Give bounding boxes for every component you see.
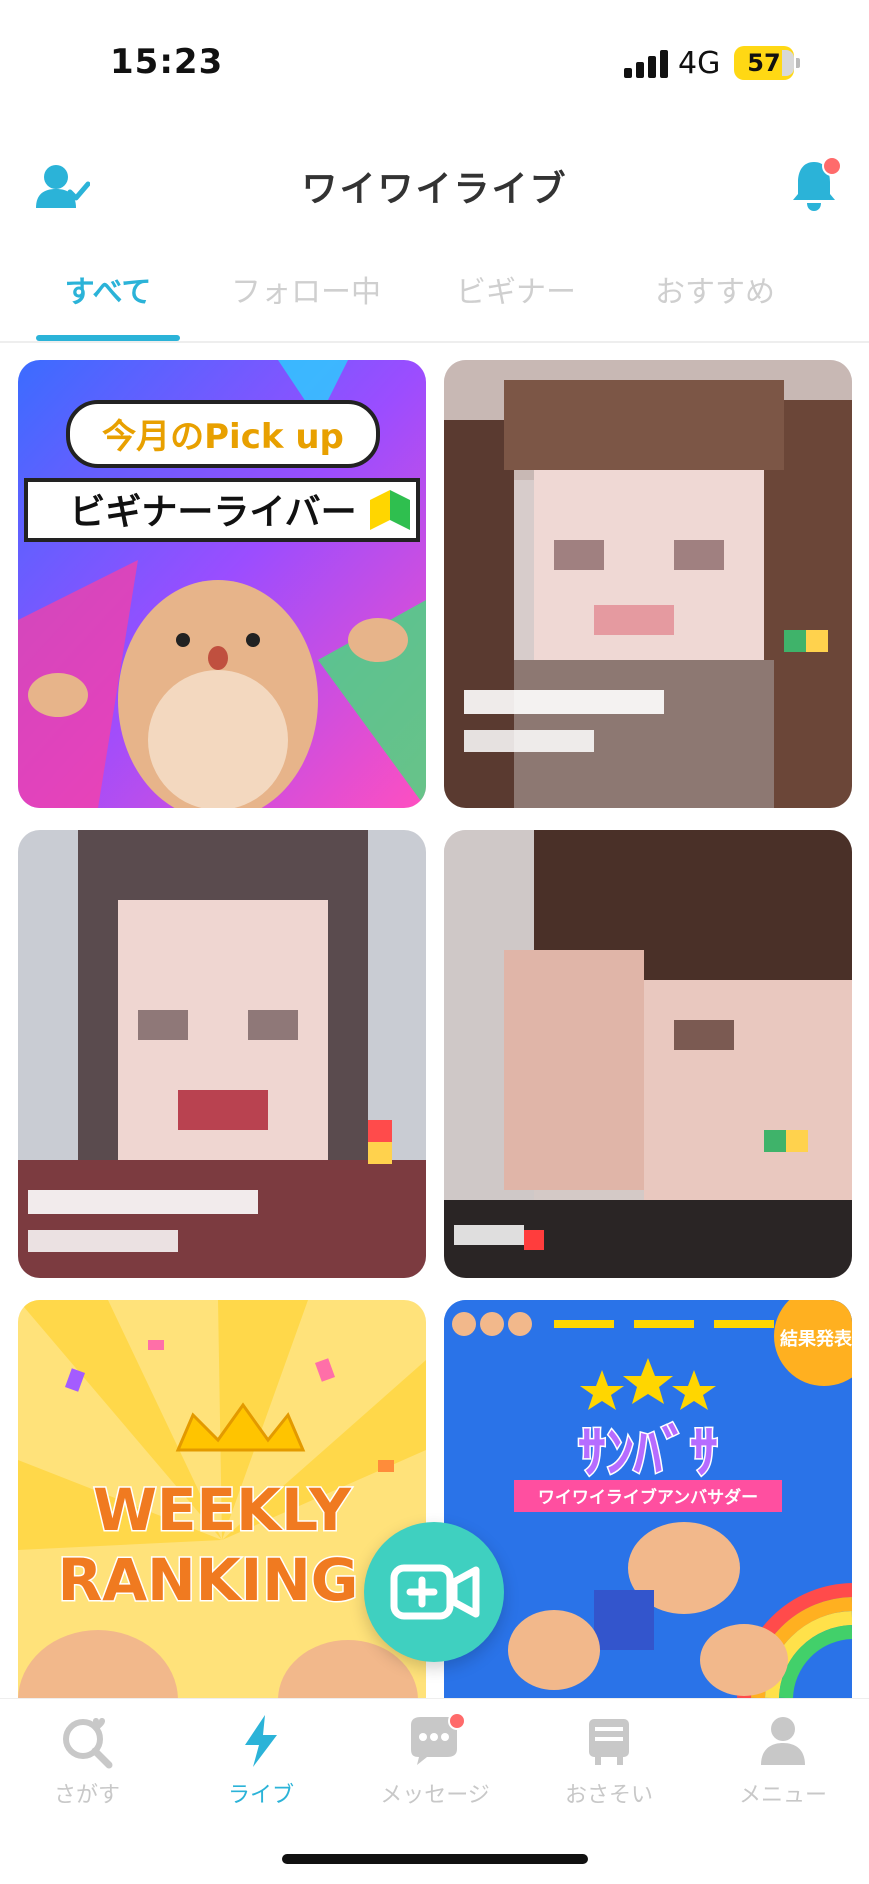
pickup-banner-card[interactable]: 今月のPick up ビギナーライバー: [18, 360, 426, 808]
search-heart-icon: [63, 1718, 113, 1769]
status-bar: 15:23 4G 57: [0, 0, 869, 130]
status-time: 15:23: [110, 42, 224, 82]
result-badge: 結果発表: [780, 1328, 852, 1350]
video-plus-icon: [390, 1564, 480, 1620]
stream-card-1[interactable]: [444, 360, 852, 808]
nav-label: ライブ: [227, 1783, 294, 1808]
chat-icon: [411, 1712, 466, 1765]
tab-bar: すべて フォロー中 ビギナー おすすめ: [0, 255, 869, 343]
tab-active-indicator: [36, 335, 180, 341]
stream-card-3[interactable]: [444, 830, 852, 1278]
pickup-line2: ビギナーライバー: [69, 492, 356, 533]
streamer-thumbnail: [644, 980, 852, 1210]
tab-beginner[interactable]: ビギナー: [438, 267, 594, 311]
nav-label: メニュー: [738, 1783, 827, 1808]
home-indicator[interactable]: [282, 1854, 588, 1864]
tab-recommended[interactable]: おすすめ: [640, 267, 790, 311]
signal-icon: [624, 48, 668, 78]
network-type: 4G: [678, 46, 721, 81]
battery-icon: [782, 50, 794, 76]
pickup-line1: 今月のPick up: [102, 417, 344, 457]
lightning-icon: [245, 1715, 277, 1767]
tab-following[interactable]: フォロー中: [218, 267, 394, 311]
tab-all[interactable]: すべて: [36, 267, 180, 311]
nav-label: メッセージ: [380, 1783, 490, 1808]
nav-menu[interactable]: メニュー: [696, 1711, 869, 1821]
ambassador-title: ｻﾝﾊﾞｻ: [578, 1421, 718, 1486]
invite-board-icon: [589, 1719, 629, 1765]
nav-label: おさそい: [564, 1783, 653, 1808]
ambassador-banner-card[interactable]: 結果発表 ｻﾝﾊﾞｻ ワイワイライブアンバサダー: [444, 1300, 852, 1698]
person-icon: [761, 1717, 805, 1765]
nav-live[interactable]: ライブ: [174, 1711, 348, 1821]
app-header: ワイワイライブ: [0, 140, 869, 230]
go-live-button[interactable]: [364, 1522, 504, 1662]
ambassador-subtitle: ワイワイライブアンバサダー: [538, 1487, 758, 1508]
weekly-line1: WEEKLY: [93, 1476, 352, 1544]
nav-invites[interactable]: おさそい: [522, 1711, 696, 1821]
page-title: ワイワイライブ: [301, 169, 568, 210]
stream-card-2[interactable]: [18, 830, 426, 1278]
bell-icon[interactable]: [790, 156, 842, 212]
nav-label: さがす: [53, 1783, 120, 1808]
weekly-line2: RANKING: [58, 1546, 359, 1614]
nav-messages[interactable]: メッセージ: [348, 1711, 522, 1821]
nav-search[interactable]: さがす: [0, 1711, 174, 1821]
